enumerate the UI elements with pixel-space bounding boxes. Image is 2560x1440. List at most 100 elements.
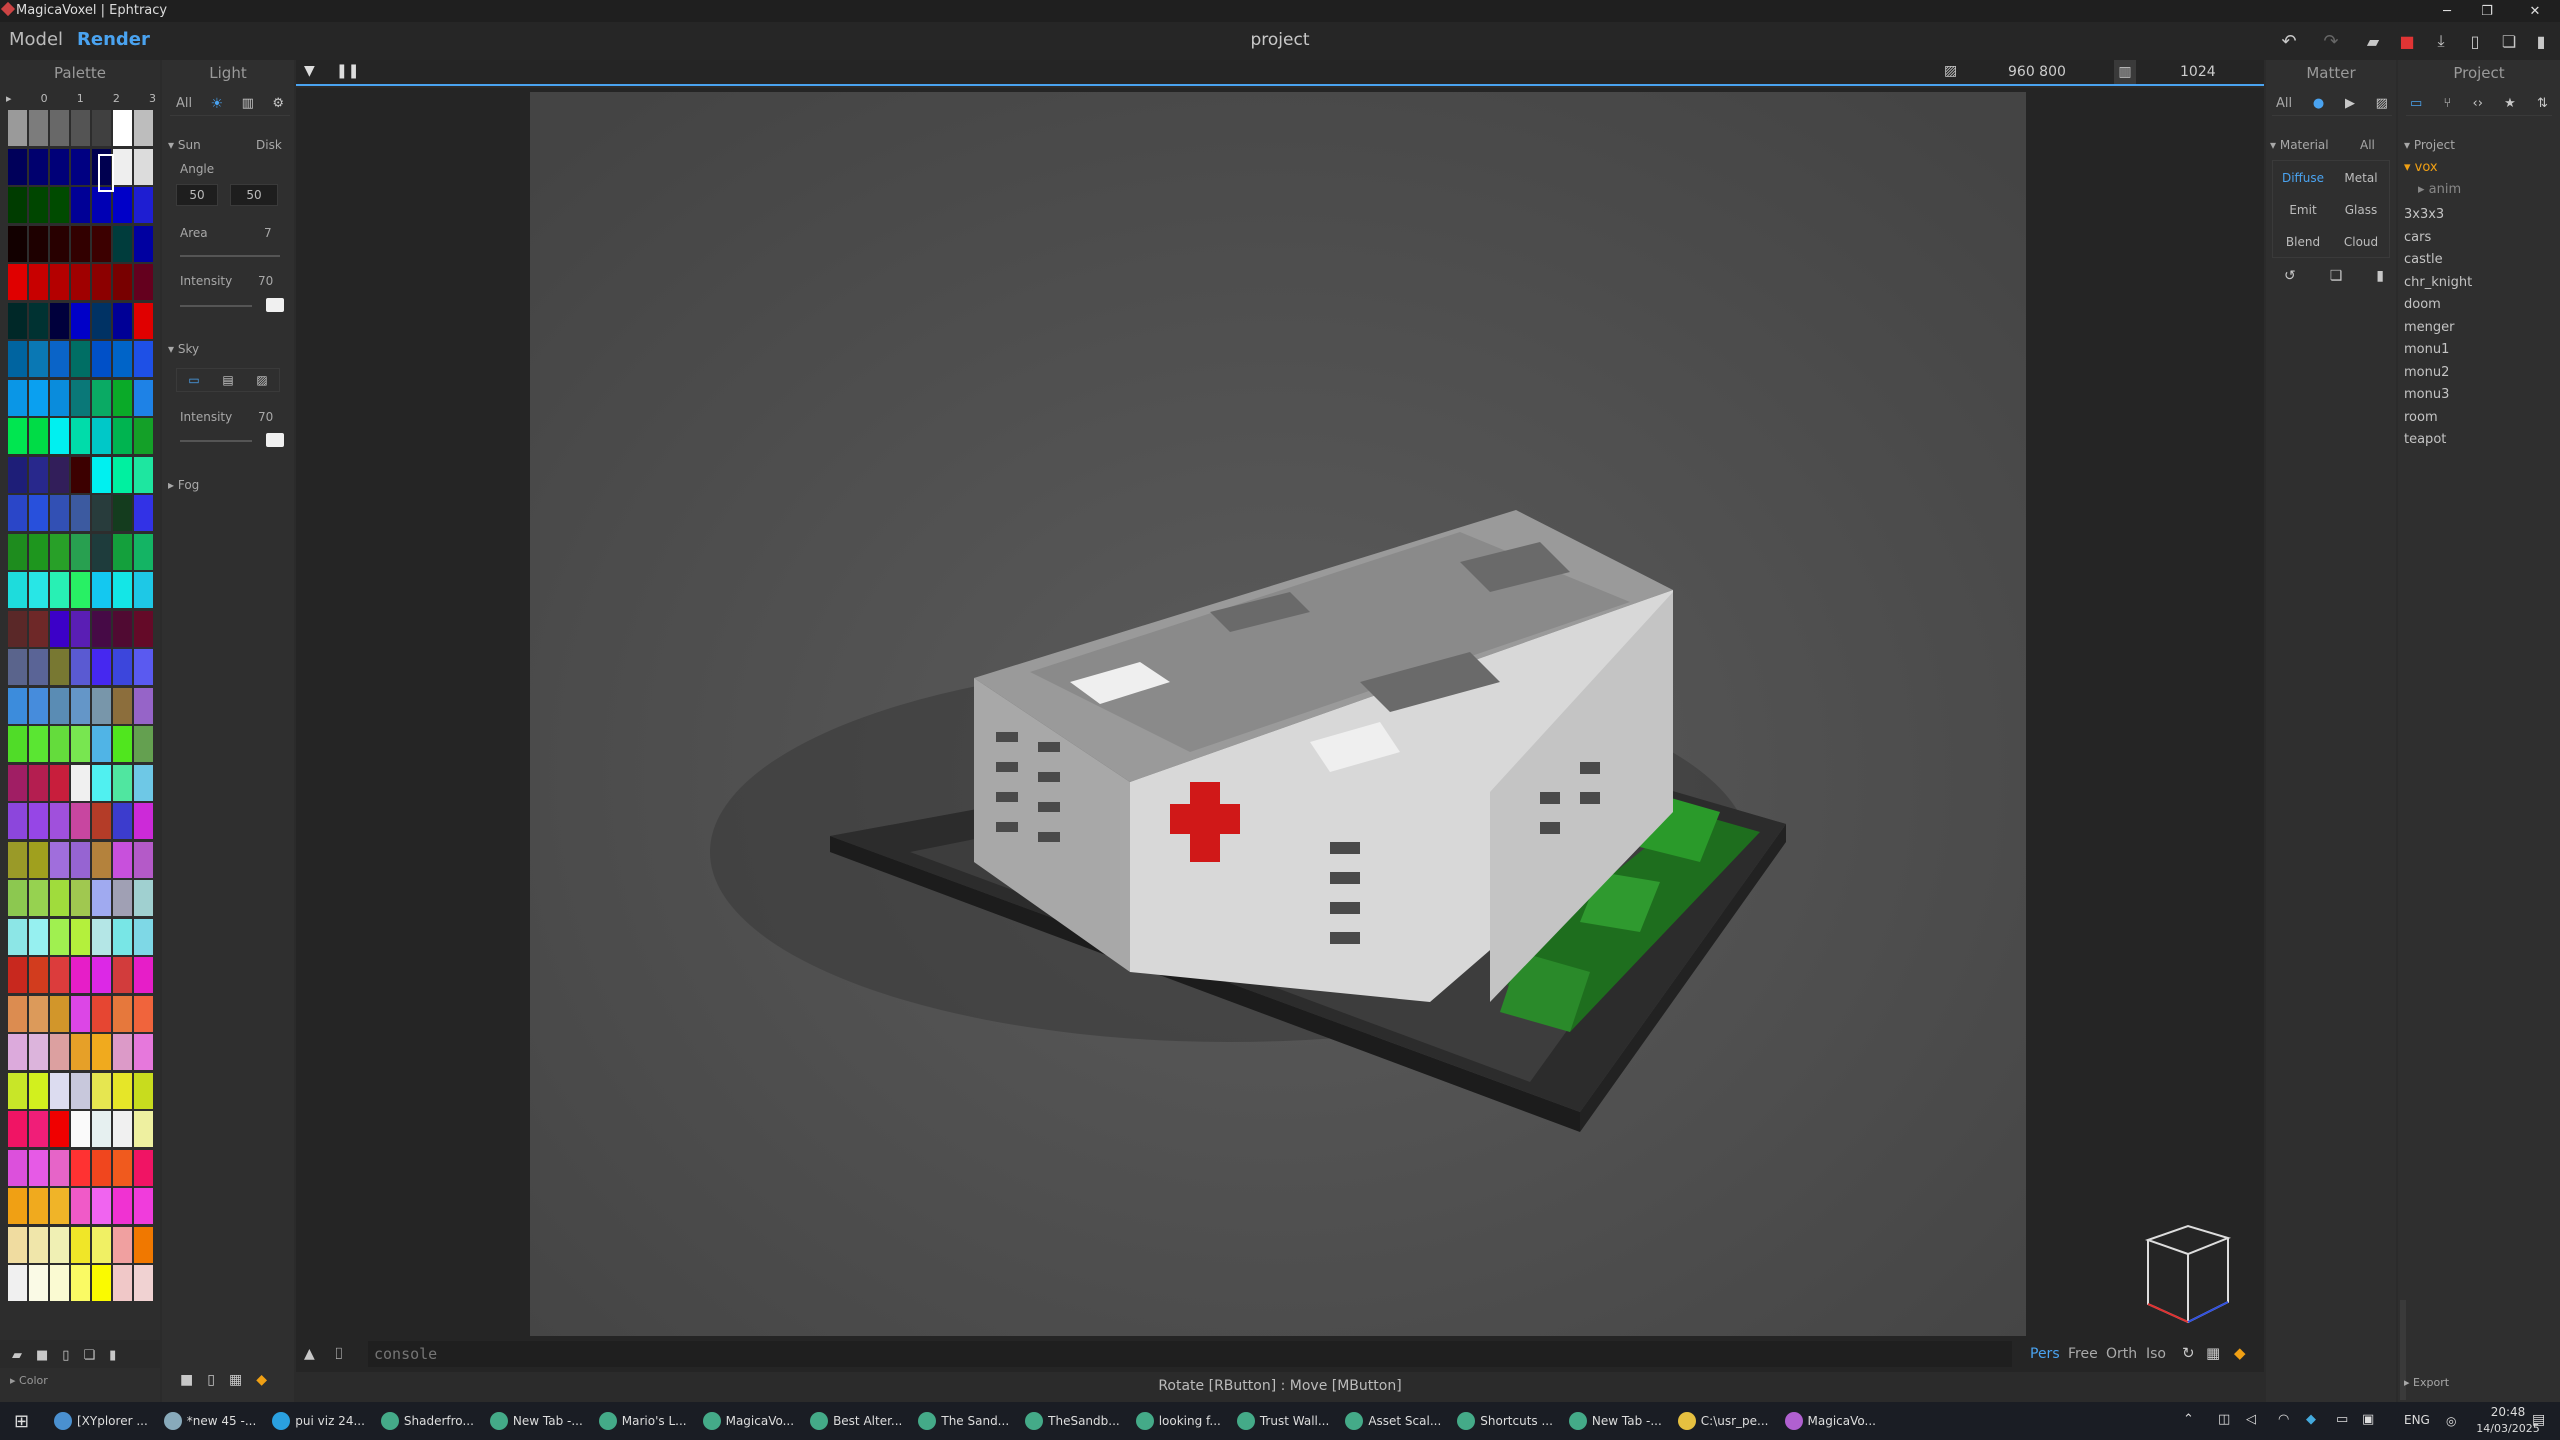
palette-swatch[interactable]	[134, 610, 153, 647]
palette-swatch[interactable]	[50, 687, 69, 724]
taskbar-app[interactable]: MagicaVo...	[702, 1412, 794, 1430]
palette-swatch[interactable]	[50, 187, 69, 223]
palette-save-icon[interactable]: ■	[36, 1348, 48, 1368]
project-file-item[interactable]: cars	[2404, 227, 2544, 250]
code-icon[interactable]: ‹›	[2473, 96, 2483, 111]
palette-swatch[interactable]	[113, 957, 132, 993]
palette-swatch[interactable]	[8, 880, 27, 916]
palette-swatch[interactable]	[29, 572, 48, 608]
palette-swatch[interactable]	[134, 264, 153, 300]
palette-swatch[interactable]	[29, 418, 48, 454]
network-icon[interactable]: ◫	[2218, 1412, 2230, 1427]
palette-swatch[interactable]	[8, 456, 27, 493]
palette-swatch[interactable]	[113, 649, 132, 685]
palette-open-icon[interactable]: ▰	[12, 1348, 22, 1368]
palette-swatch[interactable]	[29, 1034, 48, 1070]
palette-swatch[interactable]	[71, 649, 90, 685]
resolution-field[interactable]: 960 800	[2008, 64, 2066, 80]
palette-swatch[interactable]	[50, 264, 69, 300]
palette-new-icon[interactable]: ▯	[62, 1348, 69, 1368]
sky-intensity-slider[interactable]	[180, 440, 252, 442]
palette-swatch[interactable]	[29, 302, 48, 339]
viewport-menu-icon[interactable]: ▼	[304, 63, 315, 79]
palette-swatch[interactable]	[113, 918, 132, 955]
sort-icon[interactable]: ⇅	[2537, 96, 2548, 111]
palette-swatch[interactable]	[29, 610, 48, 647]
star-icon[interactable]: ★	[2504, 96, 2516, 111]
area-value[interactable]: 7	[264, 226, 272, 240]
palette-swatch[interactable]	[134, 1226, 153, 1263]
palette-swatch[interactable]	[134, 572, 153, 608]
palette-swatch[interactable]	[134, 687, 153, 724]
display-icon[interactable]: ▣	[2362, 1412, 2374, 1427]
palette-swatch[interactable]	[134, 110, 153, 146]
palette-swatch[interactable]	[113, 726, 132, 762]
palette-swatch[interactable]	[113, 379, 132, 416]
palette-swatch[interactable]	[92, 110, 111, 146]
palette-swatch[interactable]	[113, 148, 132, 185]
grid-tool-icon[interactable]: ▦	[229, 1372, 242, 1396]
palette-swatch[interactable]	[8, 533, 27, 570]
language-indicator[interactable]: ENG	[2404, 1413, 2430, 1427]
file-tool-icon[interactable]: ▯	[207, 1372, 215, 1396]
taskbar-app[interactable]: [XYplorer ...	[54, 1412, 148, 1430]
palette-swatch[interactable]	[8, 957, 27, 993]
palette-swatch[interactable]	[50, 1226, 69, 1263]
palette-swatch[interactable]	[29, 495, 48, 531]
palette-swatch[interactable]	[71, 726, 90, 762]
palette-swatch[interactable]	[134, 1111, 153, 1147]
project-file-item[interactable]: monu3	[2404, 384, 2544, 407]
palette-swatch[interactable]	[29, 918, 48, 955]
project-file-item[interactable]: menger	[2404, 317, 2544, 340]
palette-swatch[interactable]	[8, 726, 27, 762]
taskbar-app[interactable]: Asset Scal...	[1345, 1412, 1441, 1430]
palette-swatch[interactable]	[92, 726, 111, 762]
tree-icon[interactable]: ⑂	[2444, 96, 2452, 111]
open-folder-icon[interactable]: ▰	[2362, 30, 2384, 52]
collapse-icon[interactable]: ▲	[304, 1346, 315, 1362]
material-section-header[interactable]: ▾ Material	[2270, 138, 2329, 152]
new-file-icon[interactable]: ▯	[2464, 30, 2486, 52]
palette-swatch[interactable]	[50, 957, 69, 993]
sky-uniform-icon[interactable]: ▭	[188, 373, 199, 387]
palette-swatch[interactable]	[50, 1072, 69, 1109]
palette-swatch[interactable]	[71, 341, 90, 377]
palette-swatch[interactable]	[8, 1034, 27, 1070]
palette-swatch[interactable]	[71, 610, 90, 647]
image-icon[interactable]: ▨	[2376, 96, 2388, 111]
palette-swatch[interactable]	[29, 341, 48, 377]
material-diffuse[interactable]: Diffuse	[2275, 163, 2331, 193]
notification-icon[interactable]: ▤	[2532, 1412, 2545, 1428]
palette-swatch[interactable]	[134, 379, 153, 416]
palette-tab-3[interactable]: 3	[149, 92, 156, 106]
palette-swatch[interactable]	[134, 880, 153, 916]
view-pers[interactable]: Pers	[2030, 1346, 2060, 1362]
material-emit[interactable]: Emit	[2275, 195, 2331, 225]
wifi-icon[interactable]: ◠	[2278, 1412, 2289, 1427]
paint-tool-icon[interactable]: ◆	[256, 1372, 267, 1396]
taskbar-app[interactable]: pui viz 24...	[272, 1412, 365, 1430]
palette-swatch[interactable]	[134, 1149, 153, 1186]
palette-swatch[interactable]	[29, 456, 48, 493]
light-tab-all[interactable]: All	[176, 96, 192, 111]
palette-swatch[interactable]	[134, 726, 153, 762]
palette-swatch[interactable]	[113, 841, 132, 878]
sky-color-swatch[interactable]	[266, 433, 284, 447]
palette-swatch[interactable]	[29, 264, 48, 300]
samples-icon[interactable]: ▥	[2114, 60, 2136, 84]
sun-icon[interactable]: ☀	[211, 96, 224, 112]
palette-swatch[interactable]	[134, 841, 153, 878]
taskbar-app[interactable]: Mario's L...	[598, 1412, 687, 1430]
palette-swatch[interactable]	[113, 533, 132, 570]
app-tray-icon[interactable]: ◆	[2306, 1412, 2316, 1427]
area-slider[interactable]	[180, 255, 280, 257]
palette-swatch[interactable]	[92, 1034, 111, 1070]
cube-icon[interactable]: ◆	[2234, 1344, 2246, 1362]
taskbar-app[interactable]: C:\usr_pe...	[1677, 1412, 1769, 1430]
palette-swatch[interactable]	[29, 995, 48, 1032]
menu-model[interactable]: Model	[9, 29, 63, 50]
palette-swatch[interactable]	[8, 649, 27, 685]
taskbar-app[interactable]: New Tab -...	[1568, 1412, 1662, 1430]
palette-swatch[interactable]	[134, 764, 153, 801]
palette-swatch[interactable]	[8, 803, 27, 839]
